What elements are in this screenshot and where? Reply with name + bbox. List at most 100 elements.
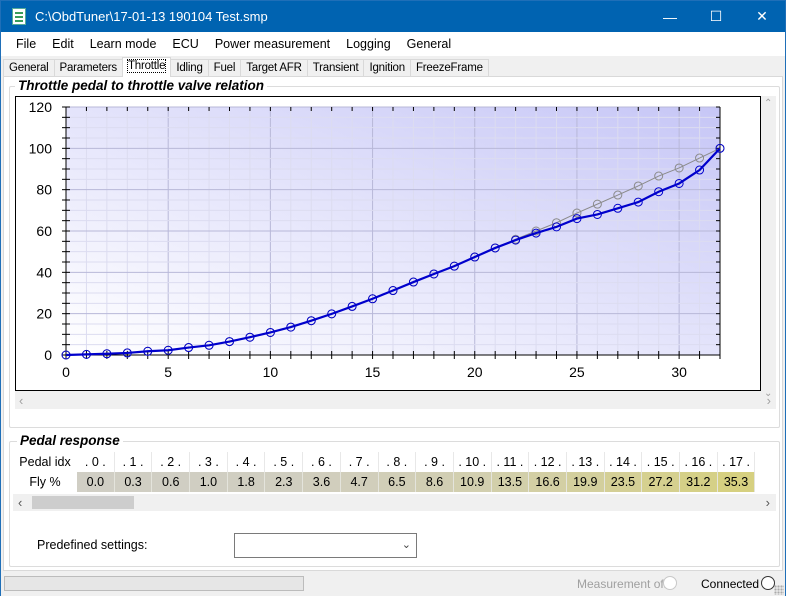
y-tick-label: 40	[36, 264, 52, 280]
app-icon	[12, 8, 26, 25]
tab-label: Idling	[176, 62, 203, 74]
pedal-idx-cell: . 9 .	[416, 452, 454, 472]
fly-percent-cell[interactable]: 35.3	[717, 472, 756, 492]
chart-horizontal-scrollbar[interactable]: ‹ ›	[15, 391, 771, 409]
status-bar: Measurement off Connected	[1, 572, 785, 596]
fly-percent-cell[interactable]: 0.6	[152, 472, 191, 492]
row-header-pedal-idx: Pedal idx	[19, 455, 71, 469]
scroll-left-icon[interactable]: ‹	[18, 495, 22, 510]
menu-logging[interactable]: Logging	[338, 37, 399, 51]
predefined-settings-dropdown[interactable]: ⌄	[234, 533, 417, 558]
tab-throttle[interactable]: Throttle	[121, 57, 172, 77]
scroll-right-icon[interactable]: ›	[767, 393, 771, 408]
tab-fuel[interactable]: Fuel	[207, 59, 242, 77]
tab-label: Throttle	[126, 59, 167, 73]
menu-ecu[interactable]: ECU	[164, 37, 206, 51]
table-horizontal-scrollbar[interactable]: ‹ ›	[13, 494, 776, 511]
chart-vertical-scrollbar[interactable]: ⌃ ⌄	[761, 96, 776, 409]
pedal-idx-cell: . 15 .	[642, 452, 680, 472]
x-tick-label: 25	[569, 364, 585, 380]
fly-percent-cell[interactable]: 0.3	[114, 472, 153, 492]
tab-idling[interactable]: Idling	[170, 59, 209, 77]
fly-percent-cell[interactable]: 23.5	[604, 472, 643, 492]
fly-percent-cell[interactable]: 27.2	[642, 472, 680, 492]
title-bar: C:\ObdTuner\17-01-13 190104 Test.smp — ☐…	[1, 1, 785, 32]
row-header-fly-percent: Fly %	[29, 475, 61, 489]
scroll-right-icon[interactable]: ›	[766, 495, 770, 510]
pedal-idx-cell: . 2 .	[152, 452, 191, 472]
fly-percent-cell[interactable]: 10.9	[453, 472, 492, 492]
y-tick-label: 80	[36, 182, 52, 198]
chart-group-title: Throttle pedal to throttle valve relatio…	[15, 78, 268, 93]
fly-percent-cell[interactable]: 4.7	[340, 472, 379, 492]
fly-percent-cell[interactable]: 3.6	[303, 472, 341, 492]
pedal-idx-cell: . 10 .	[454, 452, 492, 472]
chart-svg: 0 5 10 15 20 25 30 0 20 40 60 80 100 120	[29, 99, 725, 380]
close-button[interactable]: ✕	[739, 1, 785, 32]
x-tick-label: 5	[164, 364, 172, 380]
tab-ignition[interactable]: Ignition	[363, 59, 411, 77]
pedal-idx-cell: . 1 .	[115, 452, 153, 472]
pedal-idx-cell: . 16 .	[680, 452, 718, 472]
fly-percent-cell[interactable]: 19.9	[566, 472, 605, 492]
menu-power-measurement[interactable]: Power measurement	[207, 37, 338, 51]
tab-label: Parameters	[59, 62, 118, 74]
menu-bar: File Edit Learn mode ECU Power measureme…	[1, 32, 785, 56]
connection-status: Connected	[701, 577, 760, 591]
x-tick-label: 20	[467, 364, 483, 380]
scroll-left-icon[interactable]: ‹	[19, 393, 23, 408]
fly-percent-cell[interactable]: 8.6	[416, 472, 454, 492]
pedal-idx-cell: . 11 .	[492, 452, 530, 472]
fly-percent-cell[interactable]: 2.3	[265, 472, 304, 492]
pedal-idx-cell: . 12 .	[529, 452, 567, 472]
measurement-indicator-icon	[663, 576, 677, 590]
y-tick-label: 120	[29, 99, 53, 115]
tab-transient[interactable]: Transient	[306, 59, 365, 77]
x-tick-label: 0	[62, 364, 70, 380]
y-tick-label: 0	[44, 347, 52, 363]
tab-label: Ignition	[369, 62, 405, 74]
x-tick-label: 10	[263, 364, 279, 380]
pedal-idx-cell: . 7 .	[341, 452, 379, 472]
tab-target-afr[interactable]: Target AFR	[240, 59, 308, 77]
minimize-button[interactable]: —	[647, 1, 693, 32]
menu-edit[interactable]: Edit	[44, 37, 82, 51]
x-tick-label: 30	[671, 364, 687, 380]
fly-percent-cell[interactable]: 31.2	[680, 472, 718, 492]
chevron-down-icon: ⌄	[401, 539, 411, 551]
app-window: C:\ObdTuner\17-01-13 190104 Test.smp — ☐…	[0, 0, 786, 596]
connection-indicator-icon	[761, 576, 775, 590]
progress-bar	[4, 576, 304, 591]
tab-freezeframe[interactable]: FreezeFrame	[409, 59, 489, 77]
menu-file[interactable]: File	[8, 37, 44, 51]
fly-percent-cell[interactable]: 16.6	[529, 472, 567, 492]
tab-parameters[interactable]: Parameters	[53, 59, 123, 77]
pedal-idx-cell: . 17 .	[718, 452, 756, 472]
fly-percent-cell[interactable]: 1.0	[190, 472, 228, 492]
tab-label: General	[9, 62, 49, 74]
pedal-idx-cell: . 0 .	[77, 452, 115, 472]
pedal-idx-cell: . 4 .	[228, 452, 266, 472]
pedal-idx-cell: . 5 .	[265, 452, 304, 472]
resize-grip[interactable]	[774, 585, 784, 595]
tab-general[interactable]: General	[3, 59, 55, 77]
menu-learn-mode[interactable]: Learn mode	[82, 37, 165, 51]
pedal-idx-row: Pedal idx . 0 .. 1 .. 2 .. 3 .. 4 .. 5 .…	[13, 452, 776, 472]
pedal-idx-cell: . 14 .	[605, 452, 643, 472]
pedal-response-title: Pedal response	[17, 433, 123, 448]
scroll-up-icon[interactable]: ⌃	[764, 98, 772, 109]
fly-percent-cell[interactable]: 6.5	[378, 472, 417, 492]
maximize-button[interactable]: ☐	[693, 1, 739, 32]
menu-general[interactable]: General	[399, 37, 459, 51]
tab-label: Transient	[312, 62, 359, 74]
scrollbar-thumb[interactable]	[32, 496, 134, 509]
fly-percent-cell[interactable]: 1.8	[227, 472, 266, 492]
tab-strip: General Parameters Throttle Idling Fuel …	[3, 57, 489, 77]
predefined-settings-label: Predefined settings:	[37, 538, 148, 552]
throttle-chart[interactable]: 0 5 10 15 20 25 30 0 20 40 60 80 100 120	[15, 96, 761, 391]
fly-percent-cell[interactable]: 0.0	[77, 472, 115, 492]
x-tick-label: 15	[365, 364, 381, 380]
window-title: C:\ObdTuner\17-01-13 190104 Test.smp	[35, 9, 268, 24]
y-tick-label: 100	[29, 140, 53, 156]
fly-percent-cell[interactable]: 13.5	[491, 472, 530, 492]
